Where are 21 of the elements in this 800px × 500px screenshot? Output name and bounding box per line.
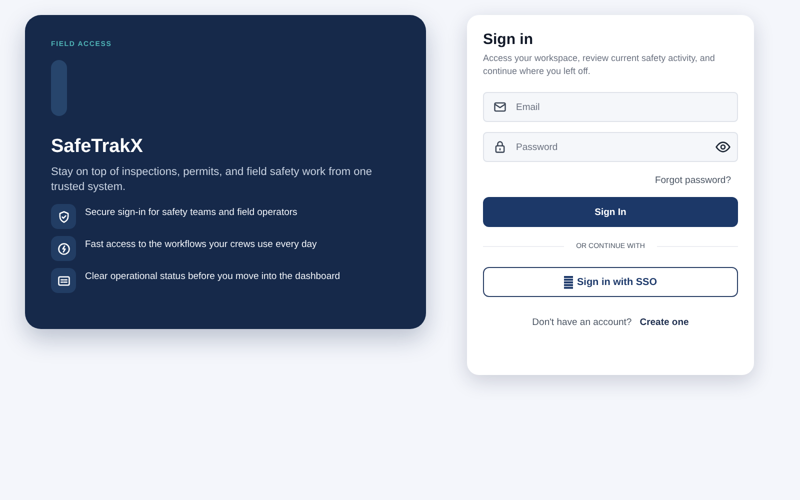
feature-text: Clear operational status before you move into the dashboard bbox=[85, 271, 340, 282]
logo-placeholder bbox=[51, 60, 67, 116]
shield-check-icon bbox=[51, 204, 76, 229]
sign-in-description: Access your workspace, review current safety activity, and continue where you left off. bbox=[483, 52, 716, 78]
mail-icon bbox=[493, 100, 507, 114]
server-icon bbox=[564, 276, 573, 288]
sso-button[interactable]: Sign in with SSO bbox=[483, 267, 738, 297]
password-field[interactable]: Password bbox=[483, 132, 738, 162]
hero-description: Stay on top of inspections, permits, and field safety work from one trusted system. bbox=[51, 165, 373, 195]
lock-icon bbox=[493, 140, 507, 154]
sign-in-button[interactable]: Sign In bbox=[483, 197, 738, 227]
forgot-password-link[interactable]: Forgot password? bbox=[654, 175, 731, 186]
brand-title: SafeTrakX bbox=[51, 135, 144, 159]
status-panel-icon bbox=[51, 268, 76, 293]
feature-text: Fast access to the workflows your crews use every day bbox=[85, 239, 317, 250]
sign-in-title: Sign in bbox=[483, 31, 534, 48]
create-account-link[interactable]: Create one bbox=[640, 317, 689, 328]
feature-text: Secure sign-in for safety teams and field operators bbox=[85, 207, 298, 218]
eye-icon[interactable] bbox=[715, 139, 731, 155]
signup-prompt: Don't have an account? bbox=[532, 317, 632, 328]
email-field[interactable]: Email bbox=[483, 92, 738, 122]
